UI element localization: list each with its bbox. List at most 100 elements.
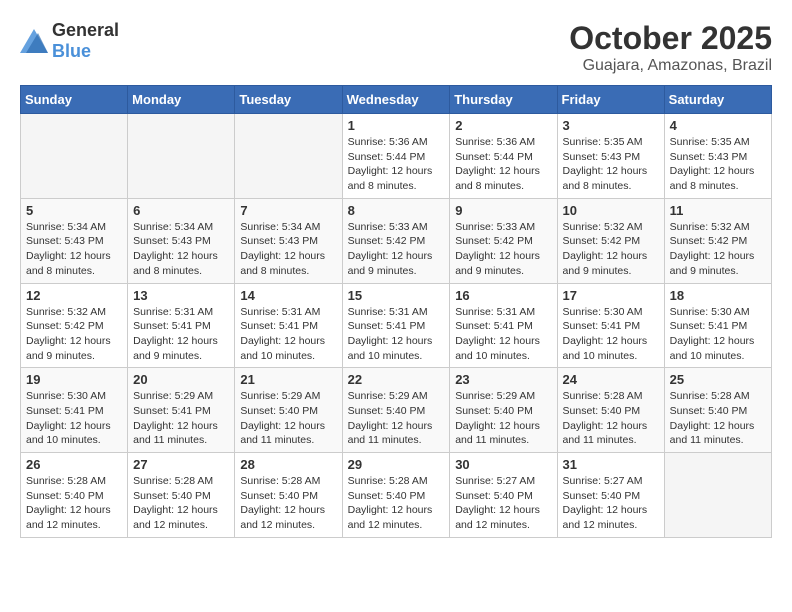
logo: General Blue <box>20 20 119 62</box>
calendar-week-row: 19 Sunrise: 5:30 AM Sunset: 5:41 PM Dayli… <box>21 368 772 453</box>
calendar-cell: 4Sunrise: 5:35 AM Sunset: 5:43 PM Daylig… <box>664 114 771 199</box>
calendar-cell: 19 Sunrise: 5:30 AM Sunset: 5:41 PM Dayli… <box>21 368 128 453</box>
calendar-cell <box>664 453 771 538</box>
day-info: Sunrise: 5:29 AM Sunset: 5:40 PM Dayligh… <box>348 389 445 448</box>
day-info: Sunrise: 5:27 AM Sunset: 5:40 PM Dayligh… <box>563 474 659 533</box>
calendar-cell: 22 Sunrise: 5:29 AM Sunset: 5:40 PM Dayli… <box>342 368 450 453</box>
day-info: Sunrise: 5:28 AM Sunset: 5:40 PM Dayligh… <box>26 474 122 533</box>
calendar-week-row: 12Sunrise: 5:32 AM Sunset: 5:42 PM Dayli… <box>21 283 772 368</box>
calendar-cell: 15 Sunrise: 5:31 AM Sunset: 5:41 PM Dayli… <box>342 283 450 368</box>
calendar-cell <box>21 114 128 199</box>
day-number: 9 <box>455 203 551 218</box>
calendar-cell: 14 Sunrise: 5:31 AM Sunset: 5:41 PM Dayli… <box>235 283 342 368</box>
calendar-cell: 20 Sunrise: 5:29 AM Sunset: 5:41 PM Dayli… <box>128 368 235 453</box>
day-info: Sunrise: 5:35 AM Sunset: 5:43 PM Dayligh… <box>563 135 659 194</box>
weekday-header: Friday <box>557 86 664 114</box>
day-number: 19 <box>26 372 122 387</box>
day-info: Sunrise: 5:32 AM Sunset: 5:42 PM Dayligh… <box>26 305 122 364</box>
day-info: Sunrise: 5:30 AM Sunset: 5:41 PM Dayligh… <box>563 305 659 364</box>
day-number: 3 <box>563 118 659 133</box>
calendar-cell: 24 Sunrise: 5:28 AM Sunset: 5:40 PM Dayli… <box>557 368 664 453</box>
weekday-header: Monday <box>128 86 235 114</box>
day-number: 6 <box>133 203 229 218</box>
calendar-week-row: 1 Sunrise: 5:36 AM Sunset: 5:44 PM Daylig… <box>21 114 772 199</box>
logo-blue-text: Blue <box>52 41 91 61</box>
calendar-cell: 2 Sunrise: 5:36 AM Sunset: 5:44 PM Daylig… <box>450 114 557 199</box>
day-info: Sunrise: 5:33 AM Sunset: 5:42 PM Dayligh… <box>455 220 551 279</box>
calendar-cell: 10 Sunrise: 5:32 AM Sunset: 5:42 PM Dayli… <box>557 198 664 283</box>
day-info: Sunrise: 5:28 AM Sunset: 5:40 PM Dayligh… <box>670 389 766 448</box>
day-info: Sunrise: 5:33 AM Sunset: 5:42 PM Dayligh… <box>348 220 445 279</box>
calendar-cell: 23 Sunrise: 5:29 AM Sunset: 5:40 PM Dayli… <box>450 368 557 453</box>
calendar-table: SundayMondayTuesdayWednesdayThursdayFrid… <box>20 85 772 538</box>
day-info: Sunrise: 5:34 AM Sunset: 5:43 PM Dayligh… <box>240 220 336 279</box>
logo-icon <box>20 29 48 53</box>
calendar-cell: 1 Sunrise: 5:36 AM Sunset: 5:44 PM Daylig… <box>342 114 450 199</box>
day-number: 15 <box>348 288 445 303</box>
day-info: Sunrise: 5:28 AM Sunset: 5:40 PM Dayligh… <box>563 389 659 448</box>
day-number: 25 <box>670 372 766 387</box>
logo-general-text: General <box>52 20 119 40</box>
day-number: 20 <box>133 372 229 387</box>
calendar-cell <box>235 114 342 199</box>
calendar-cell: 12Sunrise: 5:32 AM Sunset: 5:42 PM Dayli… <box>21 283 128 368</box>
day-number: 1 <box>348 118 445 133</box>
calendar-cell: 5 Sunrise: 5:34 AM Sunset: 5:43 PM Daylig… <box>21 198 128 283</box>
day-info: Sunrise: 5:29 AM Sunset: 5:41 PM Dayligh… <box>133 389 229 448</box>
day-number: 16 <box>455 288 551 303</box>
day-number: 2 <box>455 118 551 133</box>
day-info: Sunrise: 5:30 AM Sunset: 5:41 PM Dayligh… <box>670 305 766 364</box>
calendar-cell: 9 Sunrise: 5:33 AM Sunset: 5:42 PM Daylig… <box>450 198 557 283</box>
day-number: 18 <box>670 288 766 303</box>
calendar-cell <box>128 114 235 199</box>
day-info: Sunrise: 5:36 AM Sunset: 5:44 PM Dayligh… <box>348 135 445 194</box>
calendar-cell: 28Sunrise: 5:28 AM Sunset: 5:40 PM Dayli… <box>235 453 342 538</box>
calendar-week-row: 5 Sunrise: 5:34 AM Sunset: 5:43 PM Daylig… <box>21 198 772 283</box>
day-number: 8 <box>348 203 445 218</box>
calendar-cell: 11 Sunrise: 5:32 AM Sunset: 5:42 PM Dayli… <box>664 198 771 283</box>
day-info: Sunrise: 5:28 AM Sunset: 5:40 PM Dayligh… <box>348 474 445 533</box>
calendar-cell: 7Sunrise: 5:34 AM Sunset: 5:43 PM Daylig… <box>235 198 342 283</box>
month-title: October 2025 <box>569 20 772 57</box>
day-info: Sunrise: 5:34 AM Sunset: 5:43 PM Dayligh… <box>133 220 229 279</box>
calendar-cell: 25 Sunrise: 5:28 AM Sunset: 5:40 PM Dayli… <box>664 368 771 453</box>
calendar-week-row: 26 Sunrise: 5:28 AM Sunset: 5:40 PM Dayli… <box>21 453 772 538</box>
weekday-header: Saturday <box>664 86 771 114</box>
day-info: Sunrise: 5:29 AM Sunset: 5:40 PM Dayligh… <box>455 389 551 448</box>
day-info: Sunrise: 5:28 AM Sunset: 5:40 PM Dayligh… <box>133 474 229 533</box>
day-number: 28 <box>240 457 336 472</box>
calendar-cell: 29Sunrise: 5:28 AM Sunset: 5:40 PM Dayli… <box>342 453 450 538</box>
day-info: Sunrise: 5:30 AM Sunset: 5:41 PM Dayligh… <box>26 389 122 448</box>
day-number: 5 <box>26 203 122 218</box>
calendar-cell: 26 Sunrise: 5:28 AM Sunset: 5:40 PM Dayli… <box>21 453 128 538</box>
day-number: 11 <box>670 203 766 218</box>
day-number: 21 <box>240 372 336 387</box>
weekday-header: Wednesday <box>342 86 450 114</box>
day-info: Sunrise: 5:31 AM Sunset: 5:41 PM Dayligh… <box>455 305 551 364</box>
calendar-cell: 13 Sunrise: 5:31 AM Sunset: 5:41 PM Dayli… <box>128 283 235 368</box>
day-number: 10 <box>563 203 659 218</box>
day-info: Sunrise: 5:35 AM Sunset: 5:43 PM Dayligh… <box>670 135 766 194</box>
page-header: General Blue October 2025 Guajara, Amazo… <box>20 20 772 75</box>
day-info: Sunrise: 5:32 AM Sunset: 5:42 PM Dayligh… <box>563 220 659 279</box>
day-info: Sunrise: 5:34 AM Sunset: 5:43 PM Dayligh… <box>26 220 122 279</box>
day-info: Sunrise: 5:36 AM Sunset: 5:44 PM Dayligh… <box>455 135 551 194</box>
day-number: 14 <box>240 288 336 303</box>
day-number: 22 <box>348 372 445 387</box>
day-number: 13 <box>133 288 229 303</box>
location-title: Guajara, Amazonas, Brazil <box>569 57 772 75</box>
calendar-cell: 17Sunrise: 5:30 AM Sunset: 5:41 PM Dayli… <box>557 283 664 368</box>
day-number: 30 <box>455 457 551 472</box>
day-info: Sunrise: 5:31 AM Sunset: 5:41 PM Dayligh… <box>348 305 445 364</box>
calendar-cell: 31Sunrise: 5:27 AM Sunset: 5:40 PM Dayli… <box>557 453 664 538</box>
weekday-header: Thursday <box>450 86 557 114</box>
day-number: 26 <box>26 457 122 472</box>
day-number: 24 <box>563 372 659 387</box>
calendar-cell: 27Sunrise: 5:28 AM Sunset: 5:40 PM Dayli… <box>128 453 235 538</box>
calendar-cell: 3 Sunrise: 5:35 AM Sunset: 5:43 PM Daylig… <box>557 114 664 199</box>
day-info: Sunrise: 5:31 AM Sunset: 5:41 PM Dayligh… <box>240 305 336 364</box>
calendar-cell: 6 Sunrise: 5:34 AM Sunset: 5:43 PM Daylig… <box>128 198 235 283</box>
day-info: Sunrise: 5:32 AM Sunset: 5:42 PM Dayligh… <box>670 220 766 279</box>
day-number: 23 <box>455 372 551 387</box>
day-info: Sunrise: 5:31 AM Sunset: 5:41 PM Dayligh… <box>133 305 229 364</box>
